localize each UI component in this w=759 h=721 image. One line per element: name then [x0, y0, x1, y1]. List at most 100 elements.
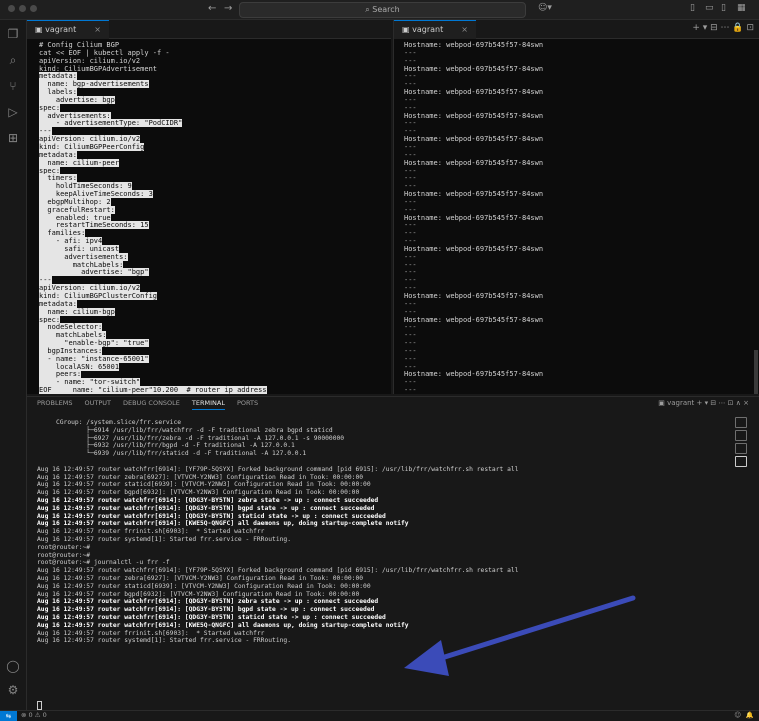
account-icon[interactable]: ◯ [5, 658, 21, 674]
command-center-search[interactable]: ⌕ Search [239, 2, 526, 18]
terminal-line: Aug 16 12:49:57 router watchfrr[6914]: [… [37, 520, 518, 528]
terminal-line-text: ├─6914 /usr/lib/frr/watchfrr -d -F tradi… [37, 426, 333, 434]
settings-gear-icon[interactable]: ⚙ [5, 682, 21, 698]
terminal-line-text: # Config Cilium BGP [39, 41, 120, 49]
close-window-icon[interactable] [8, 5, 15, 12]
close-tab-icon[interactable]: × [461, 25, 468, 34]
terminal-line-text: spec: [39, 315, 61, 324]
notifications-icon[interactable]: 🔔 [746, 711, 754, 719]
back-arrow-icon[interactable]: ← [208, 3, 216, 14]
terminal-line: Aug 16 12:49:57 router systemd[1]: Start… [37, 637, 518, 645]
terminal-name: vagrant [667, 399, 695, 407]
separator-line: --- [404, 72, 417, 81]
panel-terminal-output[interactable]: CGroup: /system.slice/frr.service ├─6914… [37, 419, 519, 710]
explorer-icon[interactable]: ❐ [5, 26, 21, 42]
terminal-line-text: Aug 16 12:49:57 router staticd[6939]: [V… [37, 582, 371, 590]
terminal-line: advertise: "bgp" [39, 268, 267, 277]
terminal-line-text: Aug 16 12:49:57 router watchfrr[6914]: [… [37, 465, 519, 473]
terminal-line-text: root@router:~# journalctl -u frr -f [37, 559, 170, 567]
minimize-window-icon[interactable] [19, 5, 26, 12]
terminal-line-text: Aug 16 12:49:57 router bgpd[6932]: [VTVC… [37, 590, 360, 598]
tab-debug-console[interactable]: DEBUG CONSOLE [123, 399, 180, 409]
terminal-line: Aug 16 12:49:57 router watchfrr[6914]: [… [37, 567, 518, 575]
activity-bar: ❐ ⌕ ⑂ ▷ ⊞ ◯ ⚙ [0, 20, 27, 710]
terminal-line-text: spec: [39, 166, 61, 175]
separator-line: --- [404, 378, 417, 387]
tab-ports[interactable]: PORTS [237, 399, 258, 409]
terminal-line-text: timers: [39, 174, 77, 183]
terminal-line-text: families: [39, 229, 86, 238]
separator-line: --- [404, 331, 417, 340]
terminal-list[interactable] [735, 417, 747, 469]
problems-count[interactable]: ⊗ 0 ⚠ 0 [21, 711, 47, 719]
toggle-secondary-sidebar-icon[interactable]: ▯ [721, 3, 726, 13]
terminal-line-text: matchLabels: [39, 260, 124, 269]
terminal-line-text: ├─6927 /usr/lib/frr/zebra -d -F traditio… [37, 434, 345, 442]
terminal-line-text: Aug 16 12:49:57 router staticd[6939]: [V… [37, 481, 371, 489]
separator-line: --- [404, 354, 417, 363]
terminal-tab-icon[interactable] [735, 443, 747, 454]
terminal-line-text: Aug 16 12:49:57 router watchfrr[6914]: [… [37, 496, 379, 504]
hostname-line: Hostname: webpod-697b545f57-84swn [404, 158, 544, 167]
scrollbar[interactable] [754, 350, 758, 394]
tab-vagrant-left[interactable]: ▣ vagrant × [27, 20, 109, 39]
hostname-line: Hostname: webpod-697b545f57-84swn [404, 111, 544, 120]
forward-arrow-icon[interactable]: → [224, 3, 232, 14]
left-terminal-output: # Config Cilium BGP cat << EOF | kubectl … [39, 41, 267, 394]
terminal-line-text: root@router:~# [37, 543, 91, 551]
terminal-line-text: Aug 16 12:49:57 router watchfrr[6914]: [… [37, 606, 375, 614]
terminal-line: Aug 16 12:49:57 router bgpd[6932]: [VTVC… [37, 489, 518, 497]
tab-output[interactable]: OUTPUT [84, 399, 111, 409]
extensions-icon[interactable]: ⊞ [5, 130, 21, 146]
editor-left-terminal[interactable]: ▣ vagrant × # Config Cilium BGP cat << EOF… [27, 20, 391, 394]
terminal-line-text: name: cilium-peer [39, 158, 120, 167]
terminal-line: - advertisementType: "PodCIDR" [39, 119, 267, 128]
terminal-line: Aug 16 12:49:57 router watchfrr[6914]: [… [37, 497, 518, 505]
terminal-line-text: labels: [39, 88, 77, 97]
tab-vagrant-right[interactable]: ▣ vagrant × [394, 20, 476, 39]
terminal-line-text: localASN: 65001 [39, 362, 120, 371]
terminal-tab-icon[interactable] [735, 430, 747, 441]
bottom-panel: PROBLEMS OUTPUT DEBUG CONSOLE TERMINAL PORTS… [27, 396, 759, 711]
tab-terminal[interactable]: TERMINAL [191, 399, 225, 410]
terminal-tab-icon[interactable] [735, 456, 747, 467]
terminal-line-text: enabled: true [39, 213, 111, 222]
terminal-line: Aug 16 12:49:57 router watchfrr[6914]: [… [37, 614, 518, 622]
toggle-sidebar-icon[interactable]: ▯ [690, 3, 695, 13]
terminal-line-text: advertisements: [39, 252, 128, 261]
terminal-line-text: bgpInstances: [39, 346, 103, 355]
search-icon[interactable]: ⌕ [5, 52, 21, 68]
terminal-line: Aug 16 12:49:57 router watchfrr[6914]: [… [37, 606, 518, 614]
run-debug-icon[interactable]: ▷ [5, 104, 21, 120]
hostname-line: Hostname: webpod-697b545f57-84swn [404, 64, 544, 73]
terminal-line: root@router:~# [37, 552, 518, 560]
separator-line: --- [404, 229, 417, 238]
terminal-line-text: Aug 16 12:49:57 router systemd[1]: Start… [37, 535, 292, 543]
tab-problems[interactable]: PROBLEMS [37, 399, 72, 409]
terminal-line: └─6939 /usr/lib/frr/staticd -d -F tradit… [37, 450, 518, 458]
terminal-line-text: advertise: "bgp" [39, 268, 149, 277]
terminal-line: Aug 16 12:49:57 router zebra[6927]: [VTV… [37, 575, 518, 583]
terminal-line: Aug 16 12:49:57 router watchfrr[6914]: [… [37, 622, 518, 630]
title-bar: ← → ⌕ Search ☺▾ ▯ ▭ ▯ ▦ [0, 0, 759, 20]
panel-actions[interactable]: ▣ vagrant + ▾ ⊟ ⋯ ⊡ ∧ × [658, 399, 749, 407]
separator-line: --- [404, 174, 417, 183]
terminal-line-text: keepAliveTimeSeconds: 3 [39, 190, 153, 199]
editor-actions[interactable]: + ▾ ⊟ ⋯ 🔒 ⊡ [692, 23, 754, 33]
separator-line: --- [404, 339, 417, 348]
terminal-line-text: apiVersion: cilium.io/v2 [39, 284, 141, 293]
terminal-line: ├─6914 /usr/lib/frr/watchfrr -d -F tradi… [37, 427, 518, 435]
copilot-status-icon[interactable]: ☺ [734, 711, 741, 719]
source-control-icon[interactable]: ⑂ [5, 78, 21, 94]
terminal-line: Aug 16 12:49:57 router staticd[6939]: [V… [37, 583, 518, 591]
terminal-line-text: └─6939 /usr/lib/frr/staticd -d -F tradit… [37, 450, 307, 458]
copilot-icon[interactable]: ☺▾ [538, 3, 552, 13]
maximize-window-icon[interactable] [30, 5, 37, 12]
toggle-panel-icon[interactable]: ▭ [705, 3, 714, 13]
close-tab-icon[interactable]: × [94, 25, 101, 34]
customize-layout-icon[interactable]: ▦ [737, 3, 746, 13]
terminal-line-text: Aug 16 12:49:57 router bgpd[6932]: [VTVC… [37, 489, 360, 497]
terminal-tab-icon[interactable] [735, 417, 747, 428]
editor-right-terminal[interactable]: ▣ vagrant × + ▾ ⊟ ⋯ 🔒 ⊡ Hostname: webpod-… [393, 20, 759, 394]
panel-tabs: PROBLEMS OUTPUT DEBUG CONSOLE TERMINAL PORTS [37, 399, 270, 410]
